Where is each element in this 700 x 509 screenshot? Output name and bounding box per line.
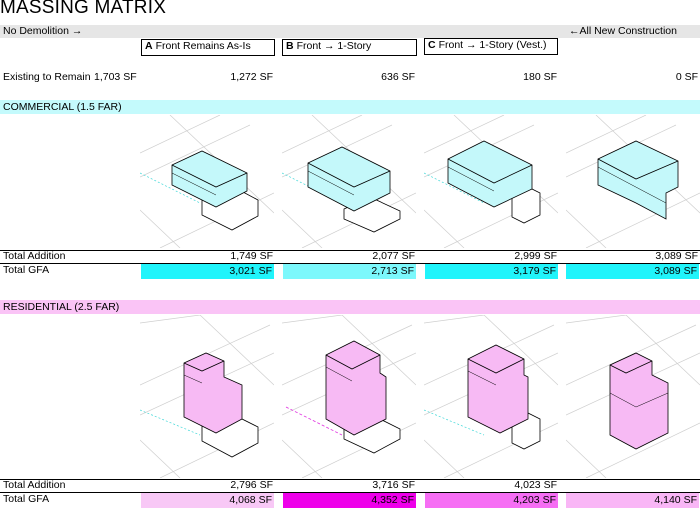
commercial-addition-b: 2,077 SF [372,250,415,262]
residential-addition-label: Total Addition [3,479,66,491]
existing-value-c: 180 SF [523,71,557,83]
column-header-a: A Front Remains As-Is [141,39,275,56]
column-letter: A [145,40,153,52]
existing-value-a: 1,272 SF [230,71,273,83]
existing-value-d: 0 SF [675,71,698,83]
column-label: Front → 1-Story (Vest.) [438,39,547,51]
commercial-massing-c [424,115,558,248]
column-letter: C [428,39,436,51]
commercial-addition-label: Total Addition [3,250,66,262]
commercial-massing-b [282,115,416,248]
commercial-gfa-d: 3,089 SF [566,264,699,279]
commercial-gfa-a: 3,021 SF [141,264,274,279]
scale-left-label: No Demolition → [3,25,83,37]
residential-massing-c [424,315,558,478]
existing-baseline: 1,703 SF [94,71,137,83]
residential-gfa-a: 4,068 SF [141,493,274,508]
commercial-massing-a [140,115,274,248]
residential-massing-a [140,315,274,478]
existing-value-b: 636 SF [381,71,415,83]
residential-gfa-c: 4,203 SF [425,493,558,508]
residential-addition-b: 3,716 SF [372,479,415,491]
residential-addition-a: 2,796 SF [230,479,273,491]
residential-massing-d [566,315,700,478]
residential-gfa-b: 4,352 SF [283,493,416,508]
column-label: Front → 1-Story [296,40,372,52]
column-label: Front Remains As-Is [155,40,251,52]
commercial-gfa-c: 3,179 SF [425,264,558,279]
commercial-gfa-b: 2,713 SF [283,264,416,279]
residential-massing-b [282,315,416,478]
page-title: MASSING MATRIX [0,0,167,18]
residential-addition-c: 4,023 SF [514,479,557,491]
existing-label: Existing to Remain [3,71,91,83]
commercial-label: COMMERCIAL (1.5 FAR) [3,101,122,113]
commercial-addition-a: 1,749 SF [230,250,273,262]
residential-label: RESIDENTIAL (2.5 FAR) [3,301,120,313]
commercial-addition-d: 3,089 SF [655,250,698,262]
commercial-addition-c: 2,999 SF [514,250,557,262]
column-letter: B [286,40,294,52]
commercial-massing-d [566,115,700,248]
column-header-c: C Front → 1-Story (Vest.) [424,38,558,55]
commercial-gfa-label: Total GFA [3,264,50,276]
residential-gfa-d: 4,140 SF [566,493,699,508]
residential-gfa-label: Total GFA [3,493,50,505]
scale-right-label: ←All New Construction [569,25,677,37]
column-header-b: B Front → 1-Story [282,39,417,56]
